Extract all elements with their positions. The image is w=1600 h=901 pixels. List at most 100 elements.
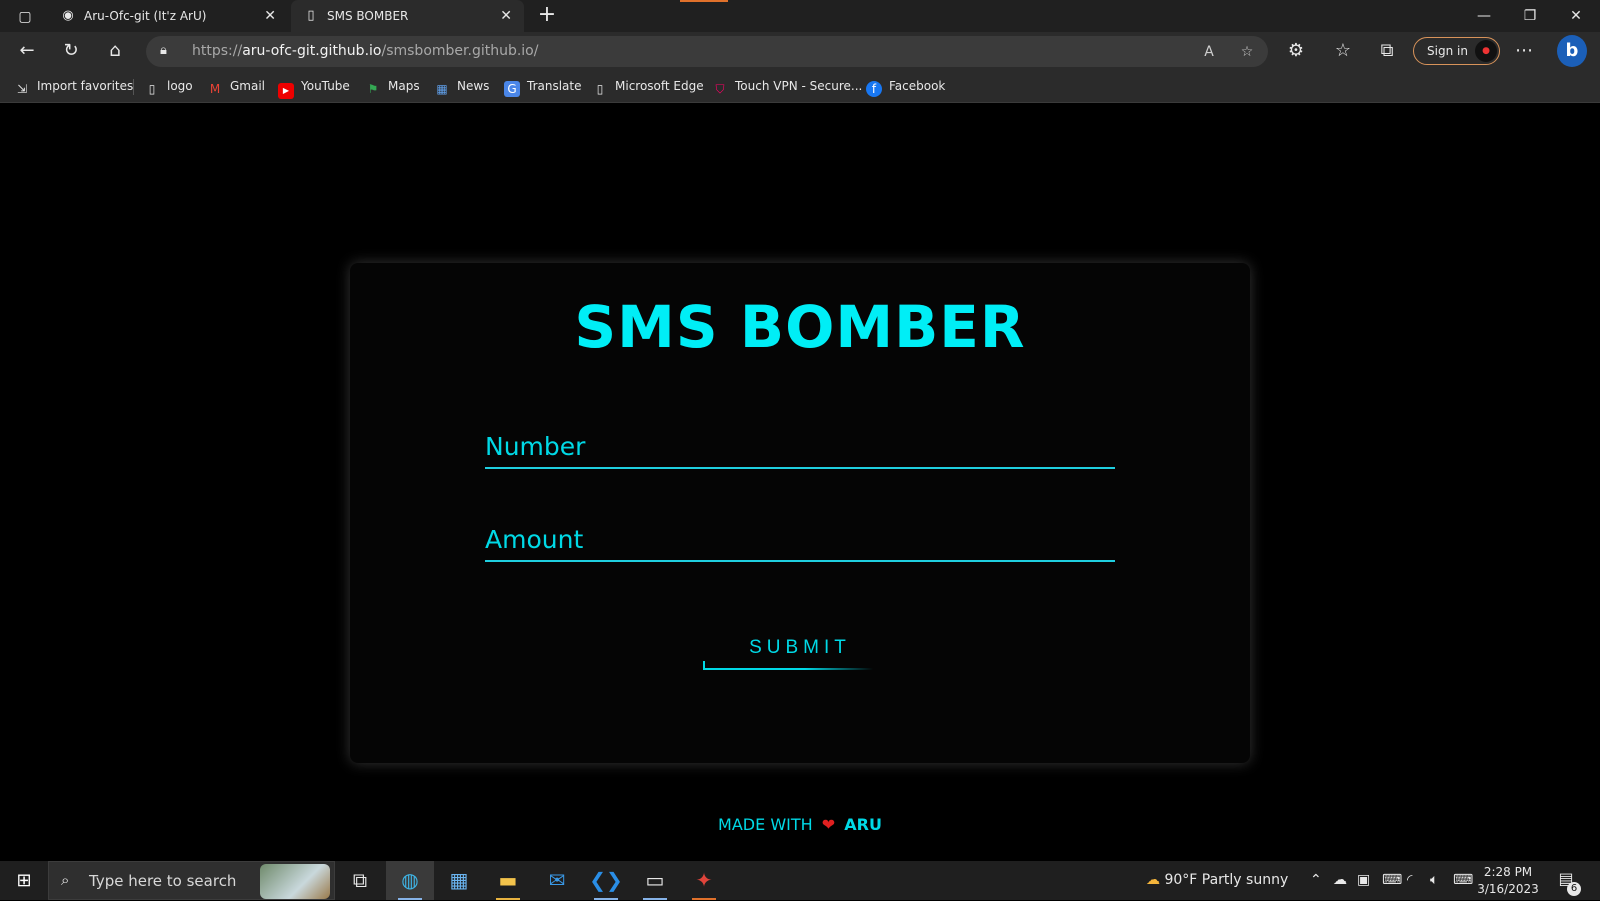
heart-icon: ❤ [821, 815, 836, 834]
show-hidden-icons[interactable]: ⌃ [1310, 861, 1322, 900]
favorite-label: News [457, 79, 490, 93]
page-icon: ▯ [596, 82, 604, 96]
add-favorite-icon[interactable]: ☆ [1236, 41, 1258, 63]
favorite-label: YouTube [301, 79, 350, 93]
favorites-bar: ⇲ Import favorites ▯ logo M Gmail ▶ YouTube … [0, 70, 1600, 103]
news-icon: ▦ [436, 82, 448, 96]
favorite-facebook[interactable]: f Facebook [866, 76, 945, 97]
extensions-icon[interactable]: ⚙ [1283, 40, 1309, 62]
avatar: ● [1475, 40, 1497, 62]
youtube-icon: ▶ [278, 83, 294, 99]
refresh-icon[interactable]: ↻ [58, 40, 84, 62]
favorite-label: Touch VPN - Secure... [735, 79, 863, 93]
github-icon: ◉ [62, 8, 74, 23]
keyboard-icon[interactable]: ⌨ [1453, 861, 1473, 900]
new-tab-button[interactable]: + [534, 3, 560, 29]
browser-toolbar: ← ↻ ⌂ 🔒︎ https://aru-ofc-git.github.io/s… [0, 32, 1600, 70]
translate-icon: G [504, 81, 520, 97]
weather-text: 90°F Partly sunny [1164, 872, 1289, 888]
tab-actions-icon[interactable]: ▢ [10, 6, 40, 28]
meet-icon[interactable]: ▣ [1357, 861, 1370, 900]
facebook-icon: f [866, 81, 882, 97]
tab-accent-indicator [680, 0, 728, 2]
sign-in-label: Sign in [1427, 44, 1468, 58]
clock-time: 2:28 PM [1483, 865, 1533, 879]
page-title: SMS BOMBER [574, 293, 1026, 361]
favorite-label: Gmail [230, 79, 266, 93]
search-placeholder: Type here to search [89, 872, 237, 890]
favorite-logo[interactable]: ▯ logo [144, 76, 193, 96]
more-options-icon[interactable]: ⋯ [1511, 40, 1537, 62]
favorite-gmail[interactable]: M Gmail [207, 76, 265, 96]
store-taskbar-icon[interactable]: ▦ [435, 861, 483, 900]
minimize-button[interactable]: — [1461, 0, 1507, 32]
bing-icon[interactable]: b [1557, 35, 1587, 67]
form-card: SMS BOMBER SUBMIT [350, 263, 1250, 763]
favorite-label: Import favorites [37, 79, 134, 93]
web-page: SMS BOMBER SUBMIT MADE WITH ❤ ARU [0, 103, 1600, 861]
url-text[interactable]: https://aru-ofc-git.github.io/smsbomber.… [192, 36, 538, 67]
edge-taskbar-icon[interactable]: ◍ [386, 861, 434, 900]
submit-underline [703, 668, 873, 670]
mail-icon[interactable]: ✉ [533, 861, 581, 900]
favorite-youtube[interactable]: ▶ YouTube [278, 76, 350, 99]
file-explorer-icon[interactable]: ▬ [484, 861, 532, 900]
network-icon[interactable]: ◜ [1407, 861, 1412, 900]
restore-button[interactable]: ❐ [1507, 0, 1553, 32]
number-input[interactable] [485, 425, 1115, 467]
volume-icon[interactable]: 🔈︎ [1430, 861, 1438, 900]
lock-icon[interactable]: 🔒︎ [160, 42, 176, 60]
close-tab-icon[interactable]: ✕ [500, 0, 512, 32]
back-icon[interactable]: ← [14, 40, 40, 62]
read-aloud-icon[interactable]: A [1198, 41, 1220, 63]
weather-widget[interactable]: ☁ 90°F Partly sunny [1146, 861, 1288, 900]
app-taskbar-icon[interactable]: ✦ [680, 861, 728, 900]
favorite-microsoft-edge[interactable]: ▯ Microsoft Edge [592, 76, 704, 96]
tab-github[interactable]: ◉ Aru-Ofc-git (It'z ArU) ✕ [48, 0, 288, 32]
taskbar-search[interactable]: ⌕ Type here to search [48, 861, 335, 900]
import-icon: ⇲ [16, 82, 28, 96]
tab-sms-bomber[interactable]: ▯ SMS BOMBER ✕ [291, 0, 524, 32]
notification-center-icon[interactable]: ▤ 6 [1553, 869, 1581, 896]
maps-icon: ⚑ [367, 82, 379, 96]
system-clock[interactable]: 2:28 PM 3/16/2023 [1475, 864, 1541, 898]
sign-in-button[interactable]: Sign in ● [1413, 37, 1500, 65]
favorite-import-favorites[interactable]: ⇲ Import favorites [14, 76, 133, 96]
favorite-label: Microsoft Edge [615, 79, 704, 93]
browser-chrome: ▢ ◉ Aru-Ofc-git (It'z ArU) ✕ ▯ SMS BOMBE… [0, 0, 1600, 103]
windows-start-icon[interactable]: ⊞ [0, 861, 48, 900]
search-highlight-image [260, 864, 330, 899]
clock-date: 3/16/2023 [1477, 882, 1539, 896]
page-icon: ▯ [148, 82, 156, 96]
collections-icon[interactable]: ⧉ [1374, 40, 1400, 62]
search-icon: ⌕ [61, 871, 70, 889]
page-icon: ▯ [307, 8, 315, 23]
submit-button[interactable]: SUBMIT [700, 628, 900, 668]
weather-icon: ☁ [1146, 872, 1160, 888]
close-tab-icon[interactable]: ✕ [264, 0, 276, 32]
task-view-icon[interactable]: ⧉ [336, 861, 384, 900]
favorite-maps[interactable]: ⚑ Maps [365, 76, 420, 96]
onedrive-icon[interactable]: ☁ [1333, 861, 1347, 900]
amount-field[interactable] [485, 518, 1115, 562]
favorites-icon[interactable]: ☆ [1330, 40, 1356, 62]
amount-input[interactable] [485, 518, 1115, 560]
tab-title: Aru-Ofc-git (It'z ArU) [84, 9, 207, 23]
footer-text: MADE WITH [718, 815, 813, 834]
number-field[interactable] [485, 425, 1115, 469]
input-icon[interactable]: ⌨ [1382, 861, 1402, 900]
notification-count: 6 [1567, 882, 1581, 896]
close-window-button[interactable]: ✕ [1553, 0, 1599, 32]
favorite-translate[interactable]: G Translate [504, 76, 582, 97]
terminal-icon[interactable]: ▭ [631, 861, 679, 900]
tab-bar: ▢ ◉ Aru-Ofc-git (It'z ArU) ✕ ▯ SMS BOMBE… [0, 0, 1600, 32]
home-icon[interactable]: ⌂ [102, 40, 128, 62]
favorite-label: Translate [527, 79, 582, 93]
vpn-icon: ⛉ [715, 82, 725, 96]
favorite-touch-vpn[interactable]: ⛉ Touch VPN - Secure... [712, 76, 862, 96]
favorite-label: logo [167, 79, 193, 93]
favorite-news[interactable]: ▦ News [434, 76, 489, 96]
footer-author: ARU [844, 815, 882, 834]
address-bar[interactable]: 🔒︎ https://aru-ofc-git.github.io/smsbomb… [146, 36, 1268, 67]
vscode-icon[interactable]: ❮❯ [582, 861, 630, 900]
